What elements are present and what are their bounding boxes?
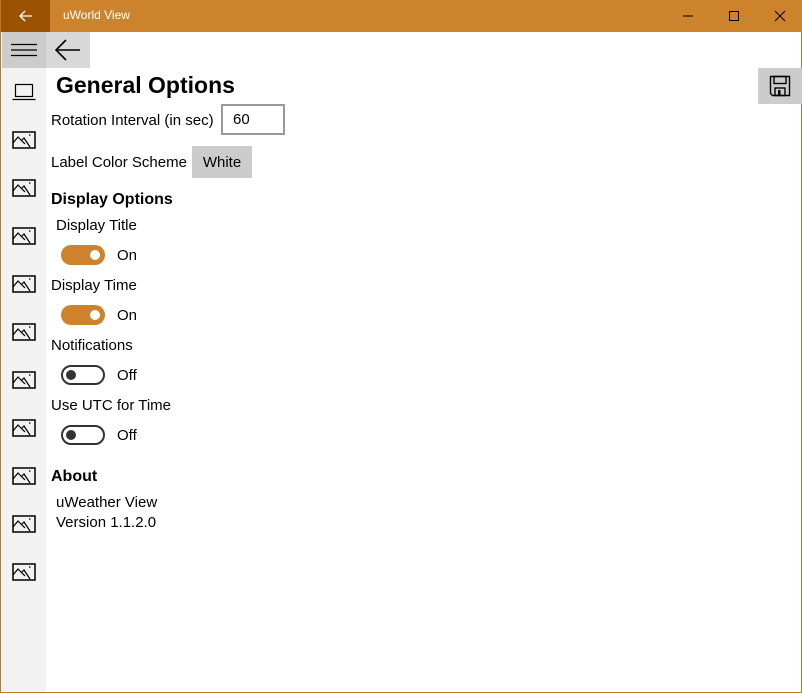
app-version: Version 1.1.2.0: [56, 514, 157, 531]
use-utc-state: Off: [117, 427, 137, 444]
nav-item-image-5[interactable]: [2, 308, 46, 356]
nav-item-image-9[interactable]: [2, 500, 46, 548]
page-title: General Options: [56, 72, 235, 98]
titlebar-back-button[interactable]: [1, 0, 50, 32]
back-arrow-icon: [55, 39, 80, 61]
nav-item-image-1[interactable]: [2, 116, 46, 164]
maximize-button[interactable]: [711, 0, 757, 32]
image-icon: [12, 419, 36, 437]
nav-item-image-10[interactable]: [2, 548, 46, 596]
image-icon: [12, 179, 36, 197]
display-title-state: On: [117, 247, 138, 264]
page-back-button[interactable]: [46, 32, 90, 68]
laptop-icon: [12, 83, 36, 101]
display-time-state: On: [117, 307, 138, 324]
nav-item-image-3[interactable]: [2, 212, 46, 260]
nav-item-device[interactable]: [2, 68, 46, 116]
nav-item-image-8[interactable]: [2, 452, 46, 500]
image-icon: [12, 131, 36, 149]
nav-item-image-7[interactable]: [2, 404, 46, 452]
image-icon: [12, 323, 36, 341]
use-utc-toggle[interactable]: [61, 425, 105, 445]
rotation-interval-input[interactable]: 60: [221, 104, 285, 135]
maximize-icon: [729, 11, 739, 21]
display-options-heading: Display Options: [51, 191, 173, 208]
hamburger-icon: [11, 43, 37, 57]
nav-item-image-6[interactable]: [2, 356, 46, 404]
image-icon: [12, 371, 36, 389]
close-icon: [774, 10, 786, 22]
toggle-knob: [90, 310, 100, 320]
image-icon: [12, 467, 36, 485]
display-title-toggle[interactable]: [61, 245, 105, 265]
toggle-knob: [66, 370, 76, 380]
title-bar: uWorld View: [1, 0, 802, 32]
app-name: uWeather View: [56, 494, 158, 511]
nav-item-image-2[interactable]: [2, 164, 46, 212]
app-window: uWorld View General Options Rotation Int…: [0, 0, 802, 693]
image-icon: [12, 563, 36, 581]
close-button[interactable]: [757, 0, 802, 32]
image-icon: [12, 227, 36, 245]
nav-item-image-4[interactable]: [2, 260, 46, 308]
label-color-scheme-dropdown[interactable]: White: [192, 146, 252, 178]
rotation-interval-label: Rotation Interval (in sec): [51, 112, 214, 129]
window-title: uWorld View: [63, 8, 130, 22]
image-icon: [12, 515, 36, 533]
minimize-icon: [683, 15, 693, 17]
display-time-toggle[interactable]: [61, 305, 105, 325]
navigation-pane: [2, 32, 46, 692]
image-icon: [12, 275, 36, 293]
notifications-state: Off: [117, 367, 137, 384]
toggle-knob: [90, 250, 100, 260]
hamburger-menu-button[interactable]: [2, 32, 46, 68]
display-time-label: Display Time: [51, 277, 137, 294]
display-title-label: Display Title: [56, 217, 137, 234]
toggle-knob: [66, 430, 76, 440]
use-utc-label: Use UTC for Time: [51, 397, 172, 414]
about-heading: About: [51, 468, 98, 485]
back-arrow-icon: [18, 10, 32, 22]
save-button[interactable]: [758, 68, 802, 104]
notifications-label: Notifications: [51, 337, 133, 354]
label-color-scheme-label: Label Color Scheme: [51, 154, 187, 171]
notifications-toggle[interactable]: [61, 365, 105, 385]
save-icon: [769, 75, 791, 97]
minimize-button[interactable]: [665, 0, 711, 32]
